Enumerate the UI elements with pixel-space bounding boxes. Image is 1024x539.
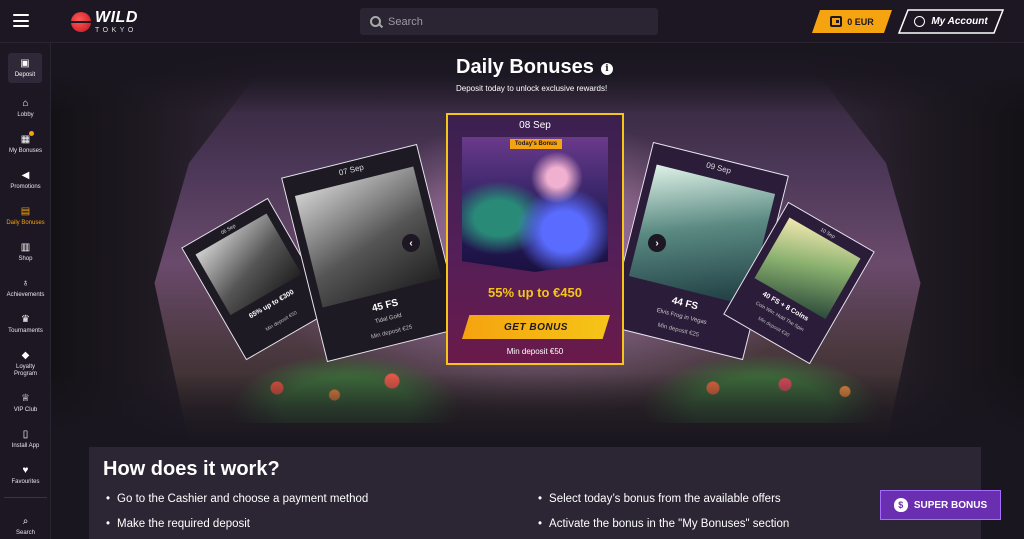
sidebar-item-label: Tournaments — [8, 328, 43, 334]
wallet-icon: ▣ — [20, 58, 30, 69]
card-min-deposit: Min deposit €50 — [506, 347, 564, 356]
card-date: 08 Sep — [519, 120, 551, 131]
sidebar-item-label: Promotions — [10, 184, 41, 190]
sidebar-item-vip-club[interactable]: ♕ VIP Club — [0, 391, 51, 425]
sidebar-item-label: My Bonuses — [8, 148, 42, 154]
how-it-works-section: How does it work? Go to the Cashier and … — [89, 447, 981, 539]
sidebar-item-deposit[interactable]: ▣ Deposit — [8, 53, 42, 83]
my-account-button[interactable]: My Account — [898, 9, 1004, 34]
search-icon: ⌕ — [22, 516, 29, 527]
step-item: Activate the bonus in the "My Bonuses" s… — [538, 518, 789, 530]
logo-main-text: WILD — [95, 9, 138, 26]
step-item: Go to the Cashier and choose a payment m… — [106, 493, 368, 505]
logo[interactable]: WILD TOKYO — [71, 10, 138, 34]
sidebar-item-favourites[interactable]: ♥ Favourites — [0, 463, 51, 497]
calendar-icon: ▤ — [20, 206, 31, 217]
sidebar-item-label: Loyalty Program — [13, 364, 37, 377]
shop-icon: ▥ — [20, 242, 31, 253]
sidebar-item-install-app[interactable]: ▯ Install App — [0, 427, 51, 461]
todays-bonus-badge: Today's Bonus — [510, 139, 562, 149]
menu-icon[interactable] — [13, 14, 29, 27]
top-bar: WILD TOKYO 0 EUR My Account — [0, 0, 1024, 43]
wallet-icon — [830, 16, 843, 27]
step-item: Select today’s bonus from the available … — [538, 493, 781, 505]
info-icon[interactable]: i — [601, 63, 613, 75]
sidebar-item-label: VIP Club — [13, 407, 38, 413]
sidebar-item-label: Daily Bonuses — [6, 220, 45, 226]
page-subtitle: Deposit today to unlock exclusive reward… — [456, 84, 608, 93]
logo-mark-icon — [71, 12, 91, 32]
sidebar-divider — [4, 497, 47, 498]
my-account-label: My Account — [931, 16, 988, 27]
super-bonus-button[interactable]: $ SUPER BONUS — [880, 490, 1001, 520]
money-bag-icon: $ — [893, 498, 908, 512]
sidebar: ▣ Deposit ⌂ Lobby ▦ My Bonuses ◀ Promoti… — [0, 43, 51, 539]
logo-sub-text: TOKYO — [95, 27, 137, 34]
get-bonus-button[interactable]: GET BONUS — [462, 315, 610, 339]
sidebar-item-shop[interactable]: ▥ Shop — [0, 240, 51, 274]
megaphone-icon: ◀ — [21, 170, 30, 181]
balance-amount: 0 EUR — [847, 16, 874, 27]
search-input[interactable] — [388, 15, 628, 28]
balance-button[interactable]: 0 EUR — [812, 10, 892, 33]
search-icon — [370, 16, 381, 27]
sidebar-item-label: Install App — [11, 443, 40, 449]
medal-icon: ♁ — [21, 278, 30, 289]
sidebar-item-label: Search — [15, 530, 35, 536]
sidebar-item-daily-bonuses[interactable]: ▤ Daily Bonuses — [0, 204, 51, 238]
chevron-right-icon: › — [655, 237, 659, 249]
sidebar-item-search[interactable]: ⌕ Search — [0, 514, 51, 538]
next-arrow-button[interactable]: › — [648, 234, 666, 252]
trophy-icon: ♛ — [21, 314, 30, 325]
heart-icon: ♥ — [22, 465, 29, 476]
page-title: Daily Bonuses — [456, 56, 594, 78]
sidebar-item-lobby[interactable]: ⌂ Lobby — [0, 96, 51, 130]
sidebar-item-label: Lobby — [17, 112, 34, 118]
chevron-left-icon: ‹ — [409, 237, 413, 249]
home-icon: ⌂ — [22, 98, 29, 109]
sidebar-item-my-bonuses[interactable]: ▦ My Bonuses — [0, 131, 51, 166]
hero-bottom-fade — [51, 373, 1024, 443]
sidebar-item-label: Achievements — [6, 292, 45, 298]
search-bar[interactable] — [360, 8, 658, 35]
sidebar-item-loyalty-program[interactable]: ◆ Loyalty Program — [0, 348, 51, 388]
step-item: Make the required deposit — [106, 518, 250, 530]
card-artwork — [462, 137, 608, 272]
diamond-icon: ◆ — [21, 350, 30, 361]
phone-icon: ▯ — [22, 429, 29, 440]
card-artwork — [294, 166, 442, 308]
sidebar-item-achievements[interactable]: ♁ Achievements — [0, 276, 51, 310]
account-icon — [914, 16, 926, 27]
sidebar-item-promotions[interactable]: ◀ Promotions — [0, 168, 51, 202]
card-offer: 55% up to €450 — [488, 285, 582, 300]
crown-icon: ♕ — [21, 393, 30, 404]
sidebar-item-label: Shop — [18, 256, 33, 262]
sidebar-item-label: Deposit — [14, 72, 36, 78]
sidebar-item-tournaments[interactable]: ♛ Tournaments — [0, 312, 51, 346]
prev-arrow-button[interactable]: ‹ — [402, 234, 420, 252]
section-title: How does it work? — [103, 458, 280, 480]
bonus-card-today: 08 Sep Today's Bonus 55% up to €450 GET … — [446, 113, 624, 365]
sidebar-item-label: Favourites — [11, 479, 40, 485]
notification-dot — [29, 131, 34, 136]
super-bonus-label: SUPER BONUS — [913, 499, 988, 511]
